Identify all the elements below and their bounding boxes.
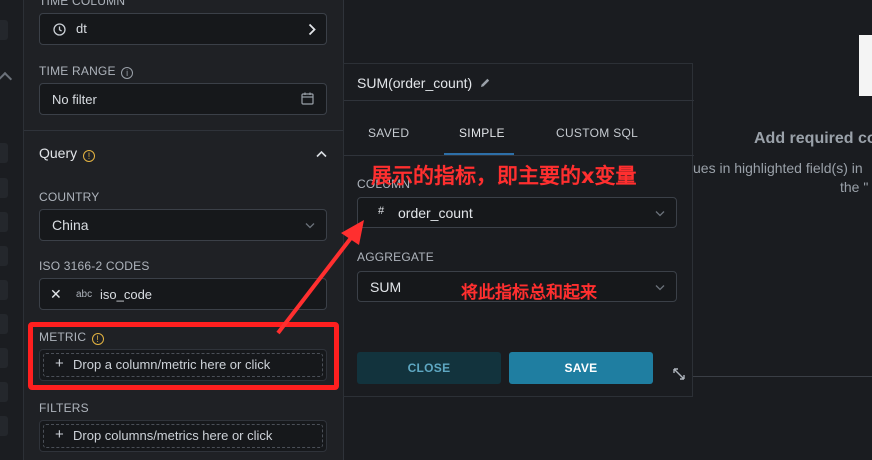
annotation-aggregate-note: 将此指标总和起来 [461,283,597,303]
annotation-metric-note: 展示的指标，即主要的x变量 [371,164,637,188]
annotation-arrow [276,220,364,335]
